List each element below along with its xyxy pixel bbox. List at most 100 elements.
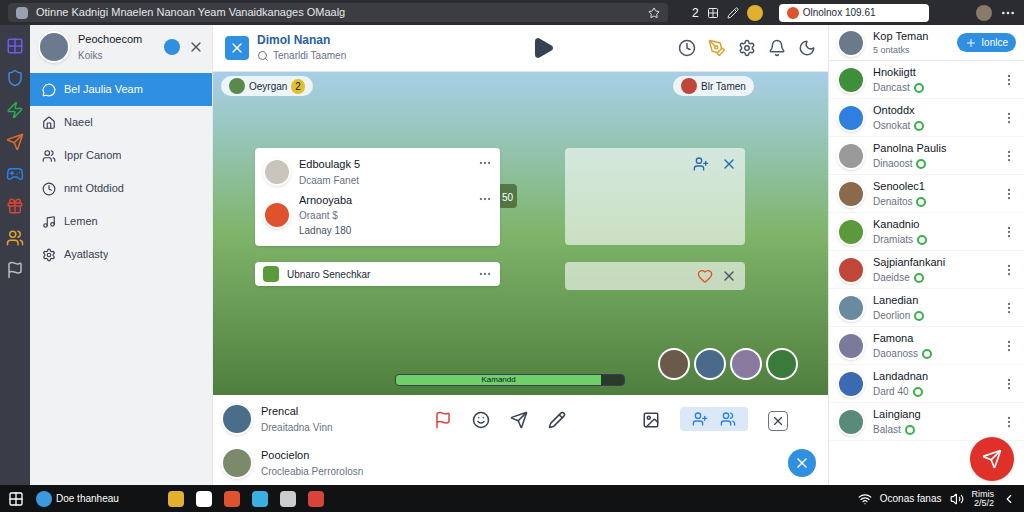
app-logo-icon <box>225 36 249 60</box>
heart-icon[interactable] <box>697 268 713 284</box>
close-icon[interactable] <box>721 268 737 284</box>
start-icon[interactable] <box>8 491 24 507</box>
more-icon[interactable] <box>1002 415 1016 429</box>
friend-name: Lanedian <box>873 292 994 309</box>
invite-pill[interactable] <box>680 407 748 431</box>
sidebar-item[interactable]: Lemen <box>30 205 212 238</box>
wifi-icon[interactable] <box>858 492 872 506</box>
ability-button[interactable] <box>730 348 762 380</box>
friend-row[interactable]: FamonaDaoanoss <box>829 327 1024 365</box>
rail-button[interactable] <box>6 37 24 55</box>
friend-status: Denaitos <box>873 194 994 209</box>
settings[interactable] <box>738 39 756 57</box>
more-icon[interactable] <box>478 192 492 206</box>
friend-row[interactable]: LanedianDeorlion <box>829 289 1024 327</box>
share[interactable] <box>510 411 528 429</box>
history-icon <box>678 39 696 57</box>
close-icon[interactable] <box>188 39 204 55</box>
more-icon[interactable] <box>1002 301 1016 315</box>
friend-row[interactable]: SajpianfankaniDaeidse <box>829 251 1024 289</box>
more-icon[interactable] <box>1002 377 1016 391</box>
rail-button[interactable] <box>6 229 24 247</box>
ability-button[interactable] <box>658 348 690 380</box>
taskbar-icon[interactable] <box>224 491 240 507</box>
taskbar-app[interactable]: Doe thanheau <box>36 491 156 507</box>
rail-button[interactable] <box>6 69 24 87</box>
more-icon[interactable] <box>1002 187 1016 201</box>
sync-icon[interactable] <box>164 39 180 55</box>
friend-row[interactable]: OntoddxOsnokat <box>829 99 1024 137</box>
close-box[interactable] <box>768 411 788 431</box>
taskbar-icon[interactable] <box>280 491 296 507</box>
chat-entry[interactable]: ArnooyabaOraant $Ladnay 180 <box>263 192 492 239</box>
moon[interactable] <box>798 39 816 57</box>
taskbar-icon[interactable] <box>308 491 324 507</box>
browser-tab[interactable]: Otinne Kadnigi Mnaelen Nanoan Yeam Vanai… <box>8 3 668 22</box>
more-icon[interactable] <box>1002 73 1016 87</box>
friend-sub: Dramiats <box>873 232 913 247</box>
rail-button[interactable] <box>6 197 24 215</box>
search[interactable]: Tenarldi Taamen <box>257 48 407 63</box>
more-icon[interactable] <box>1002 339 1016 353</box>
notification-icon[interactable] <box>1002 492 1016 506</box>
friend-avatar <box>837 104 865 132</box>
history[interactable] <box>678 39 696 57</box>
more-icon[interactable] <box>1002 263 1016 277</box>
ability-button[interactable] <box>694 348 726 380</box>
bottom-row[interactable]: PoocielonCrocleabia Perrorolosn <box>221 443 402 483</box>
friend-text: OntoddxOsnokat <box>873 102 994 134</box>
close-icon[interactable] <box>721 156 737 172</box>
friend-row[interactable]: HnokiigttDancast <box>829 61 1024 99</box>
edit[interactable] <box>727 7 739 19</box>
ability-button[interactable] <box>766 348 798 380</box>
friends-button[interactable]: Ionlce <box>957 33 1016 52</box>
mini-card[interactable]: Ubnaro Senechkar <box>255 262 500 286</box>
pencil[interactable] <box>548 411 566 429</box>
menu-icon[interactable] <box>1000 5 1016 21</box>
bottom-row[interactable]: PrencalDreaitadna Vinn <box>221 399 402 439</box>
action-fab[interactable] <box>970 437 1014 481</box>
bell[interactable] <box>768 39 786 57</box>
game-view[interactable]: Oeyrgan2Blr Tamen50Edboulagk 5Dcaam Fane… <box>213 72 828 395</box>
taskbar-icon[interactable] <box>168 491 184 507</box>
friend-row[interactable]: KanadnioDramiats <box>829 213 1024 251</box>
play-logo-icon[interactable] <box>531 36 555 60</box>
second-tab[interactable]: Olnolnox 109.61 <box>779 4 929 22</box>
sidebar-item[interactable]: nmt Otddiod <box>30 172 212 205</box>
rail-button[interactable] <box>6 261 24 279</box>
friend-status: Deorlion <box>873 308 994 323</box>
friend-row[interactable]: Panolna PaulisDinaoost <box>829 137 1024 175</box>
chat-entry[interactable]: Edboulagk 5Dcaam Fanet <box>263 156 492 188</box>
taskbar-icon[interactable] <box>252 491 268 507</box>
rail-button[interactable] <box>6 165 24 183</box>
taskbar-icon[interactable] <box>196 491 212 507</box>
more-icon[interactable] <box>1002 225 1016 239</box>
friend-row[interactable]: LandadnanDard 40 <box>829 365 1024 403</box>
image[interactable] <box>586 411 660 429</box>
user-icon[interactable] <box>693 156 709 172</box>
star-icon[interactable] <box>648 7 660 19</box>
report[interactable] <box>434 411 452 429</box>
rail-button[interactable] <box>6 101 24 119</box>
friend-row[interactable]: LaingiangBalast <box>829 403 1024 441</box>
profile-icon[interactable] <box>976 5 992 21</box>
emoji[interactable] <box>472 411 490 429</box>
volume-icon[interactable] <box>950 492 964 506</box>
rail-icon <box>6 133 24 151</box>
clock[interactable]: Rimis2/5/2 <box>972 490 995 508</box>
friend-sub: Balast <box>873 422 901 437</box>
extensions[interactable] <box>707 7 719 19</box>
sidebar-item[interactable]: Naeel <box>30 106 212 139</box>
more-icon[interactable] <box>1002 149 1016 163</box>
more-icon[interactable] <box>478 156 492 170</box>
sidebar-item[interactable]: Bel Jaulia Veam <box>30 73 212 106</box>
close-fab[interactable] <box>788 449 816 477</box>
rail-button[interactable] <box>6 133 24 151</box>
more-icon[interactable] <box>1002 111 1016 125</box>
sidebar-item[interactable]: Ayatlasty <box>30 238 212 271</box>
brush[interactable] <box>708 39 726 57</box>
sidebar-item[interactable]: Ippr Canom <box>30 139 212 172</box>
extension-icon[interactable] <box>747 5 763 21</box>
friend-row[interactable]: Senoolec1Denaitos <box>829 175 1024 213</box>
more-icon[interactable] <box>478 267 492 281</box>
